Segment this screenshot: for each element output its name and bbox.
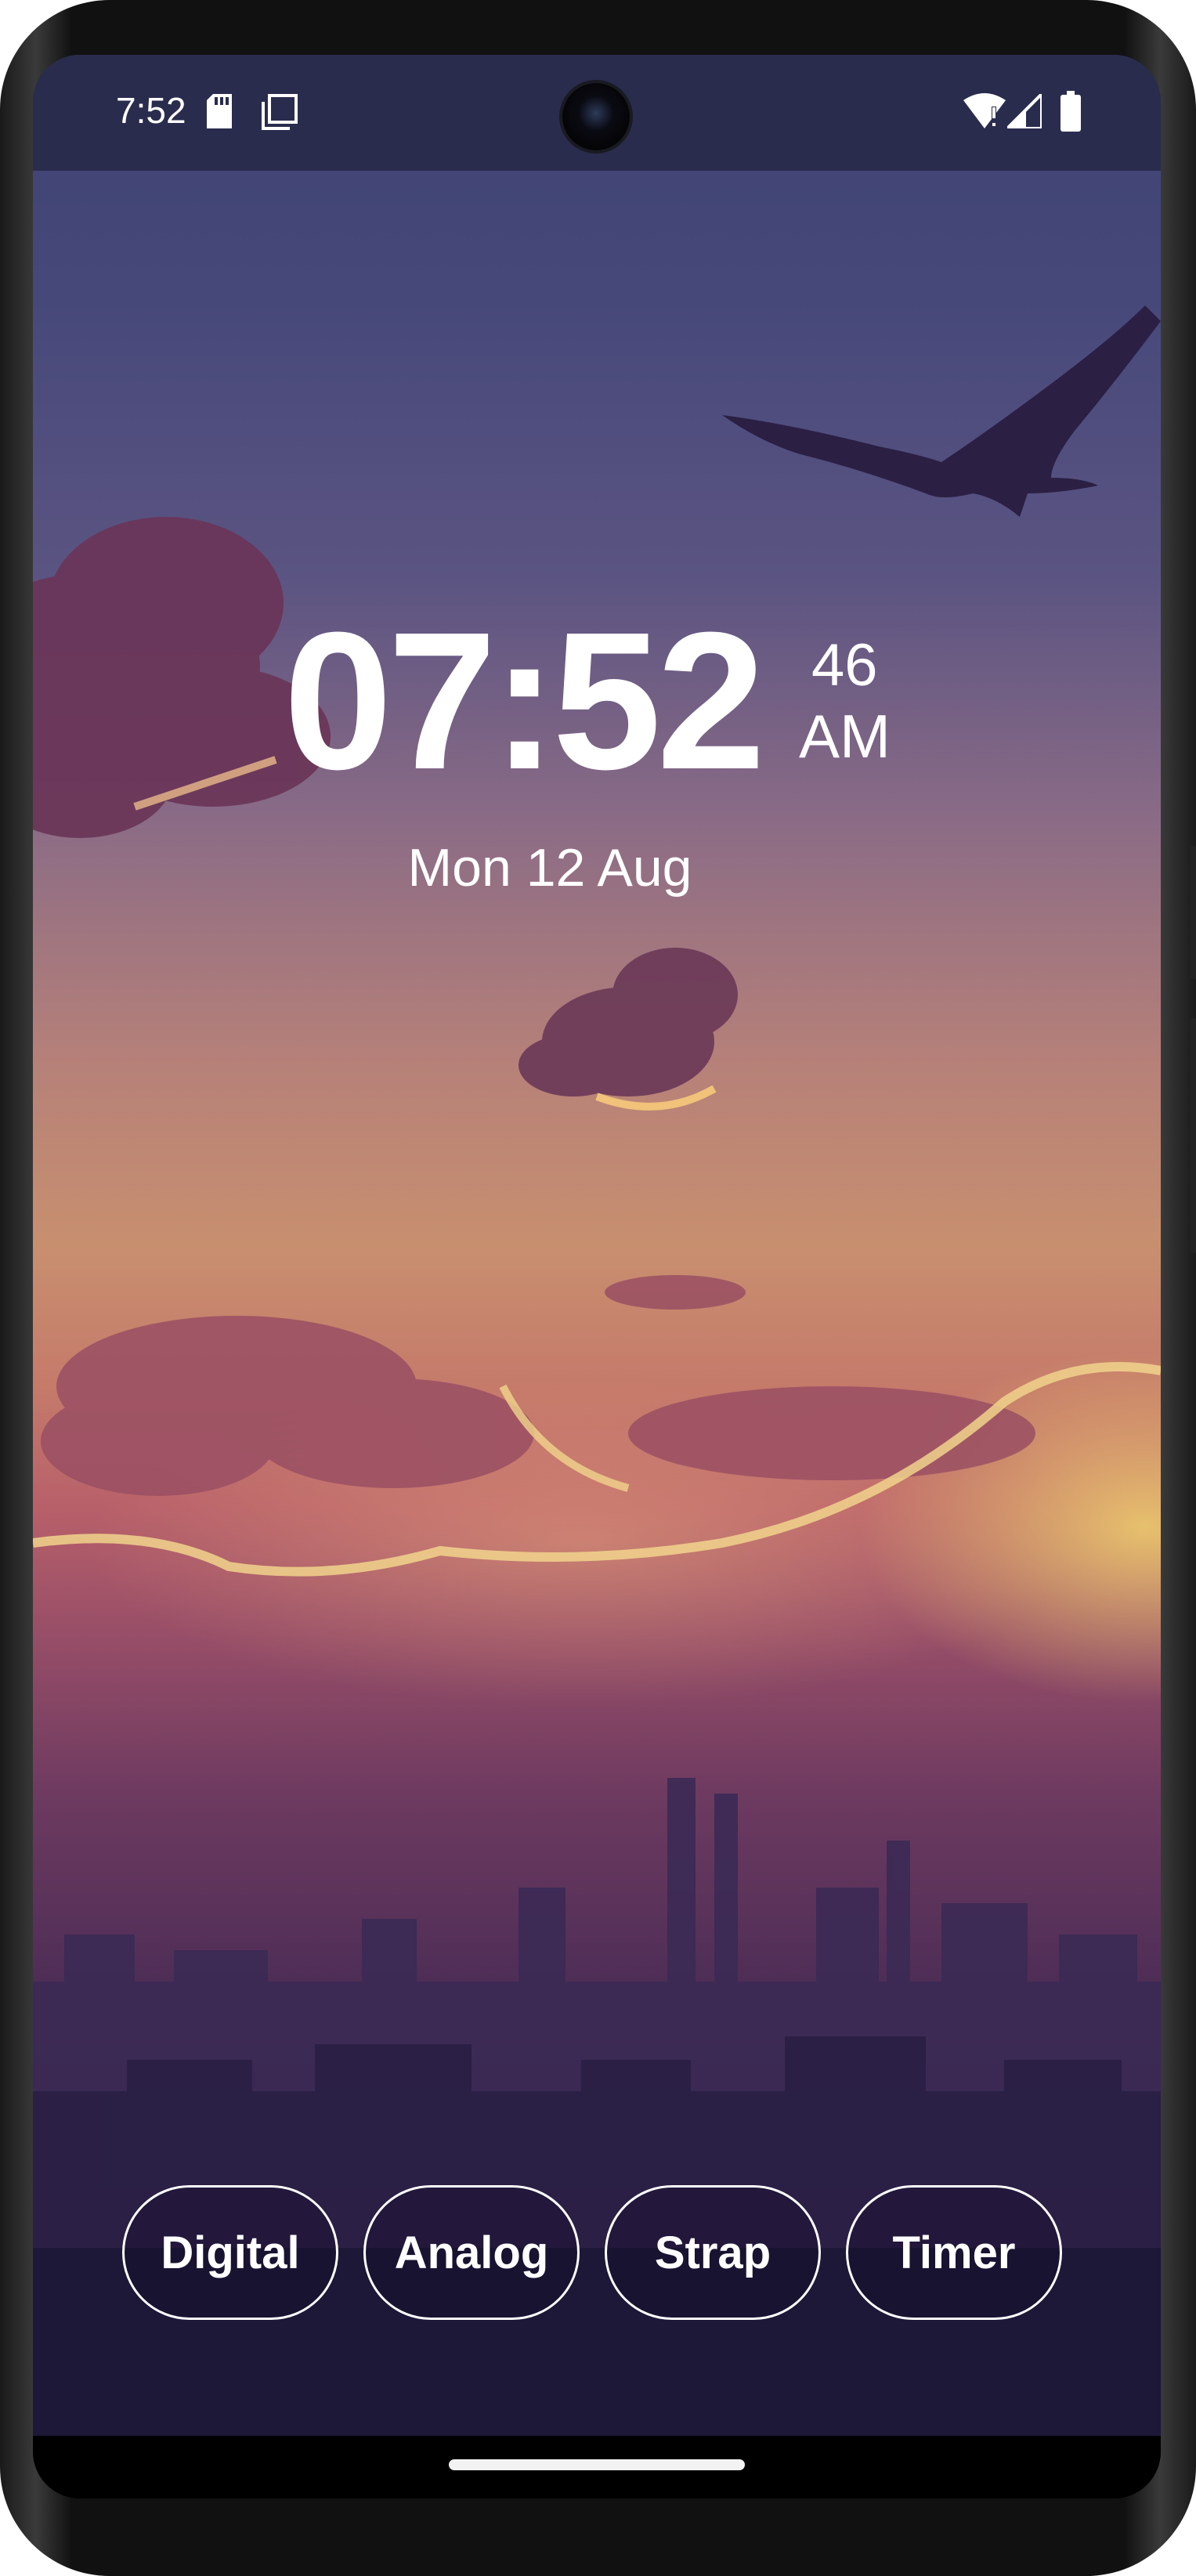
volume-button [1190, 1018, 1196, 1253]
status-time: 7:52 [116, 90, 186, 131]
clock-date: Mon 12 Aug [407, 838, 692, 898]
bird-silhouette [722, 305, 1161, 517]
phone-frame: 7:52 07:52 46 AM Mon 12 Aug Digital Anal… [0, 0, 1196, 2576]
screen: 7:52 07:52 46 AM Mon 12 Aug Digital Anal… [33, 55, 1161, 2498]
battery-icon [1061, 91, 1081, 135]
strap-mode-button[interactable]: Strap [605, 2185, 821, 2320]
wallpaper-scene [33, 305, 1161, 2436]
sunset-wallpaper [33, 55, 1161, 2436]
cloud-middle [519, 948, 738, 1097]
home-indicator[interactable] [449, 2459, 745, 2470]
clock-ampm: AM [799, 702, 891, 771]
cloud-horizon [41, 1275, 1035, 1496]
analog-mode-button[interactable]: Analog [363, 2185, 580, 2320]
clock-time: 07:52 [284, 591, 765, 810]
navigation-bar [33, 2436, 1161, 2498]
front-camera [562, 83, 630, 150]
status-bar: 7:52 [33, 55, 1161, 171]
power-button [1190, 846, 1196, 979]
cell-signal-icon [1003, 90, 1043, 132]
clock-seconds: 46 [811, 632, 878, 699]
sd-card-icon [207, 94, 235, 132]
digital-clock: 07:52 46 AM Mon 12 Aug [284, 591, 926, 898]
clock-mode-buttons: Digital Analog Strap Timer [122, 2185, 1086, 2326]
digital-mode-button[interactable]: Digital [122, 2185, 338, 2320]
timer-mode-button[interactable]: Timer [846, 2185, 1062, 2320]
wifi-alert-icon [963, 92, 1006, 132]
screen-copy-icon [262, 94, 298, 134]
